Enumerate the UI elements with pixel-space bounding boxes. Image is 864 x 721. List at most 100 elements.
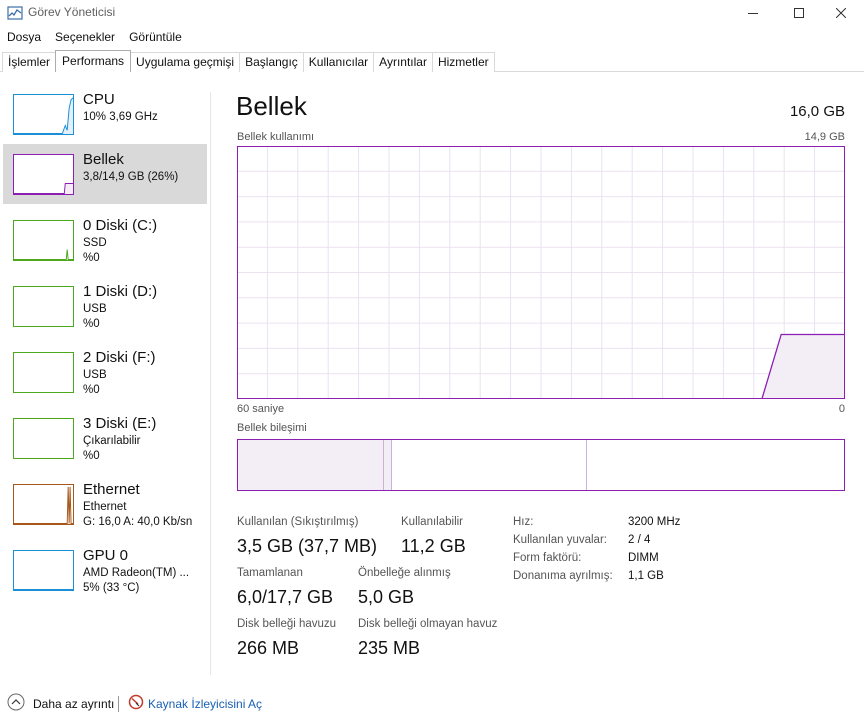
nonpaged-pool-label: Disk belleği olmayan havuz	[358, 618, 498, 630]
page-title: Bellek	[236, 91, 307, 121]
sidebar-item-detail: Ethernet	[83, 501, 127, 513]
sidebar-item-detail: USB	[83, 369, 107, 381]
form-factor-value: DIMM	[628, 552, 659, 564]
hardware-reserved-value: 1,1 GB	[628, 570, 664, 582]
sidebar-item-cpu[interactable]: CPU 10% 3,69 GHz	[3, 84, 207, 144]
chevron-up-icon	[7, 693, 25, 714]
sidebar-item-usage: %0	[83, 318, 100, 330]
tab-processes[interactable]: İşlemler	[2, 52, 57, 72]
slots-label: Kullanılan yuvalar:	[513, 534, 607, 546]
sidebar-item-disk-1[interactable]: 1 Diski (D:) USB %0	[3, 276, 207, 336]
sidebar-item-title: 2 Diski (F:)	[83, 349, 156, 366]
memory-usage-chart	[237, 146, 845, 399]
sidebar-item-detail: 3,8/14,9 GB (26%)	[83, 171, 179, 183]
form-factor-label: Form faktörü:	[513, 552, 582, 564]
sidebar-item-title: Bellek	[83, 151, 124, 168]
sidebar-item-detail: Çıkarılabilir	[83, 435, 141, 447]
composition-in-use	[238, 440, 384, 490]
gpu-thumbnail-graph	[13, 550, 74, 591]
sidebar-item-title: 1 Diski (D:)	[83, 283, 158, 300]
sidebar-item-ethernet[interactable]: Ethernet Ethernet G: 16,0 A: 40,0 Kb/sn	[3, 474, 207, 534]
resource-monitor-icon	[128, 694, 144, 713]
task-manager-icon	[7, 5, 23, 21]
memory-thumbnail-graph	[13, 154, 74, 195]
usage-chart-time-right: 0	[838, 403, 845, 415]
footer-divider	[118, 696, 119, 712]
open-resource-monitor-label: Kaynak İzleyicisini Aç	[148, 696, 263, 711]
hardware-reserved-label: Donanıma ayrılmış:	[513, 570, 613, 582]
composition-standby	[392, 440, 587, 490]
cached-value: 5,0 GB	[358, 587, 415, 607]
sidebar-item-disk-3[interactable]: 3 Diski (E:) Çıkarılabilir %0	[3, 408, 207, 468]
cpu-thumbnail-graph	[13, 94, 74, 135]
minimize-button[interactable]	[730, 0, 776, 26]
sidebar-item-detail: 10% 3,69 GHz	[83, 111, 158, 123]
composition-free	[587, 440, 844, 490]
sidebar-item-detail: AMD Radeon(TM) ...	[83, 567, 190, 579]
maximize-icon	[794, 8, 804, 18]
sidebar-divider	[210, 92, 211, 675]
composition-label: Bellek bileşimi	[237, 422, 307, 434]
sidebar-item-usage: %0	[83, 252, 100, 264]
sidebar-item-disk-0[interactable]: 0 Diski (C:) SSD %0	[3, 210, 207, 270]
sidebar-item-title: 3 Diski (E:)	[83, 415, 157, 432]
in-use-label: Kullanılan (Sıkıştırılmış)	[237, 516, 359, 528]
tab-details[interactable]: Ayrıntılar	[373, 52, 433, 72]
available-value: 11,2 GB	[401, 536, 466, 556]
slots-value: 2 / 4	[628, 534, 651, 546]
paged-pool-label: Disk belleği havuzu	[237, 618, 337, 630]
ethernet-thumbnail-graph	[13, 484, 74, 525]
disk-1-thumbnail-graph	[13, 286, 74, 327]
title-bar: Görev Yöneticisi	[0, 0, 864, 26]
committed-label: Tamamlanan	[237, 567, 303, 579]
tab-users[interactable]: Kullanıcılar	[302, 52, 375, 72]
window-title: Görev Yöneticisi	[28, 5, 116, 19]
menu-file[interactable]: Dosya	[0, 28, 48, 46]
close-button[interactable]	[818, 0, 864, 26]
tab-startup[interactable]: Başlangıç	[239, 52, 304, 72]
maximize-button[interactable]	[776, 0, 822, 26]
sidebar-item-usage: %0	[83, 450, 100, 462]
footer: Daha az ayrıntı Kaynak İzleyicisini Aç	[0, 692, 864, 716]
memory-total: 16,0 GB	[789, 103, 845, 120]
sidebar-item-usage: %0	[83, 384, 100, 396]
close-icon	[836, 8, 846, 18]
tab-app-history[interactable]: Uygulama geçmişi	[130, 52, 241, 72]
composition-modified	[384, 440, 392, 490]
tab-services[interactable]: Hizmetler	[431, 52, 495, 72]
disk-2-thumbnail-graph	[13, 352, 74, 393]
sidebar-item-title: Ethernet	[83, 481, 140, 498]
sidebar-item-title: GPU 0	[83, 547, 129, 564]
paged-pool-value: 266 MB	[237, 638, 300, 658]
cached-label: Önbelleğe alınmış	[358, 567, 451, 579]
available-label: Kullanılabilir	[401, 516, 464, 528]
menu-bar: Dosya Seçenekler Görüntüle	[0, 28, 189, 46]
speed-label: Hız:	[513, 516, 534, 528]
open-resource-monitor-link[interactable]: Kaynak İzleyicisini Aç	[128, 694, 262, 713]
sidebar-item-title: 0 Diski (C:)	[83, 217, 158, 234]
nonpaged-pool-value: 235 MB	[358, 638, 421, 658]
tab-strip: İşlemler Performans Uygulama geçmişi Baş…	[2, 50, 495, 72]
usage-chart-label: Bellek kullanımı	[237, 131, 315, 143]
memory-composition-bar	[237, 439, 845, 491]
usage-chart-max: 14,9 GB	[804, 131, 845, 143]
sidebar-item-memory[interactable]: Bellek 3,8/14,9 GB (26%)	[3, 144, 207, 204]
less-details-button[interactable]: Daha az ayrıntı	[7, 693, 114, 714]
speed-value: 3200 MHz	[628, 516, 681, 528]
menu-options[interactable]: Seçenekler	[48, 28, 122, 46]
committed-value: 6,0/17,7 GB	[237, 587, 334, 607]
sidebar-item-title: CPU	[83, 91, 115, 108]
disk-3-thumbnail-graph	[13, 418, 74, 459]
less-details-label: Daha az ayrıntı	[33, 696, 115, 711]
sidebar-item-detail: SSD	[83, 237, 107, 249]
in-use-value: 3,5 GB (37,7 MB)	[237, 536, 378, 556]
sidebar-item-usage: 5% (33 °C)	[83, 582, 140, 594]
tab-performance[interactable]: Performans	[55, 50, 132, 72]
usage-chart-time-left: 60 saniye	[237, 403, 285, 415]
menu-view[interactable]: Görüntüle	[122, 28, 189, 46]
sidebar-item-gpu[interactable]: GPU 0 AMD Radeon(TM) ... 5% (33 °C)	[3, 540, 207, 600]
sidebar-item-disk-2[interactable]: 2 Diski (F:) USB %0	[3, 342, 207, 402]
minimize-icon	[748, 13, 758, 14]
sidebar-item-usage: G: 16,0 A: 40,0 Kb/sn	[83, 516, 193, 528]
disk-0-thumbnail-graph	[13, 220, 74, 261]
